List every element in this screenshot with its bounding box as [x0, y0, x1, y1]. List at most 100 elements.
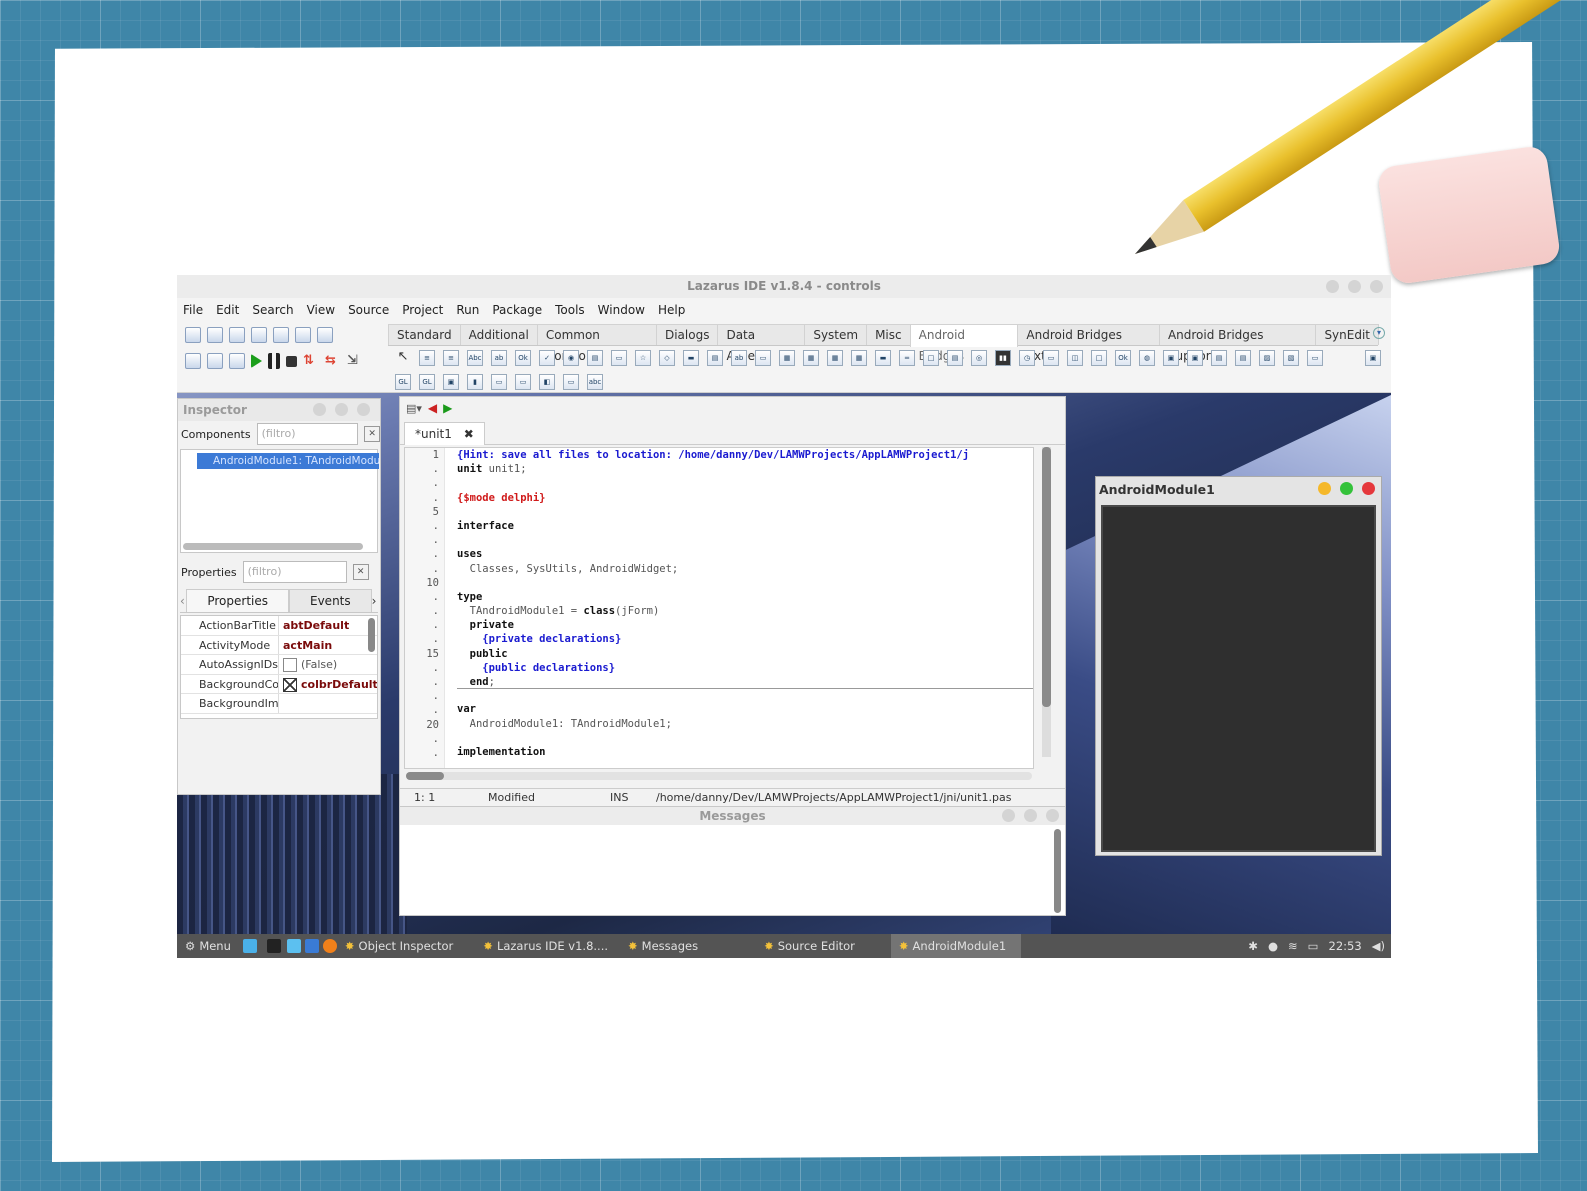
tab-data-access[interactable]: Data Access: [717, 324, 806, 363]
property-row[interactable]: ActivityMode actMain: [181, 635, 377, 655]
component-icon[interactable]: ◧: [539, 374, 555, 390]
button-component-icon[interactable]: Ok: [515, 350, 531, 366]
ratingbar-icon[interactable]: ☆: [635, 350, 651, 366]
textview-icon[interactable]: Abc: [467, 350, 483, 366]
menu-project[interactable]: Project: [402, 303, 443, 317]
show-desktop-icon[interactable]: [242, 939, 257, 953]
volume-icon[interactable]: ◀): [1372, 939, 1385, 953]
minimize-button[interactable]: [313, 403, 326, 416]
close-tab-icon[interactable]: ✖: [464, 427, 474, 441]
component-icon[interactable]: ▮: [467, 374, 483, 390]
edittext-icon[interactable]: ab: [491, 350, 507, 366]
close-button[interactable]: [357, 403, 370, 416]
component-icon[interactable]: ▭: [1307, 350, 1323, 366]
close-button[interactable]: [1362, 482, 1375, 495]
copy-icon[interactable]: [207, 353, 223, 369]
tab-additional[interactable]: Additional: [459, 324, 538, 345]
start-menu-button[interactable]: ⚙ Menu: [177, 934, 239, 958]
checkbox-component-icon[interactable]: ✓: [539, 350, 555, 366]
inspector-titlebar[interactable]: Inspector: [178, 399, 380, 421]
minimize-button[interactable]: [1002, 809, 1015, 822]
component-icon[interactable]: ≡: [419, 350, 435, 366]
component-icon[interactable]: ▤: [1235, 350, 1251, 366]
component-icon[interactable]: ▭: [611, 350, 627, 366]
bluetooth-icon[interactable]: ✱: [1248, 939, 1258, 953]
component-icon[interactable]: abc: [587, 374, 603, 390]
tab-unit1[interactable]: *unit1 ✖: [404, 422, 485, 445]
menu-view[interactable]: View: [307, 303, 335, 317]
component-icon[interactable]: ▦: [827, 350, 843, 366]
tab-events[interactable]: Events: [289, 589, 372, 612]
open-icon[interactable]: [229, 327, 245, 343]
component-icon[interactable]: ◍: [1139, 350, 1155, 366]
taskbar-item-androidmodule1[interactable]: ✸ AndroidModule1: [890, 934, 1021, 958]
component-icon[interactable]: ▮▮: [995, 350, 1011, 366]
menu-file[interactable]: File: [183, 303, 203, 317]
component-icon[interactable]: ▧: [1283, 350, 1299, 366]
android-module-titlebar[interactable]: AndroidModule1: [1096, 477, 1381, 502]
image-component-icon[interactable]: ▨: [1259, 350, 1275, 366]
stop-icon[interactable]: [286, 356, 297, 367]
tab-synedit[interactable]: SynEdit: [1315, 324, 1379, 345]
pause-icon[interactable]: [268, 353, 280, 369]
build-mode-icon[interactable]: [229, 353, 245, 369]
menu-tools[interactable]: Tools: [555, 303, 585, 317]
menu-edit[interactable]: Edit: [216, 303, 239, 317]
forward-arrow-icon[interactable]: ▶: [443, 401, 452, 415]
maximize-button[interactable]: [1348, 280, 1361, 293]
maximize-button[interactable]: [1340, 482, 1353, 495]
property-row[interactable]: ActionBarTitle abtDefault: [181, 616, 377, 636]
maximize-button[interactable]: [1024, 809, 1037, 822]
files-icon[interactable]: [286, 939, 301, 953]
tab-android-bridges[interactable]: Android Bridges: [909, 324, 1019, 363]
component-icon[interactable]: ▭: [563, 374, 579, 390]
minimize-button[interactable]: [1326, 280, 1339, 293]
clear-filter-icon[interactable]: ✕: [364, 426, 380, 442]
checkbox[interactable]: [283, 658, 297, 672]
battery-icon[interactable]: ▭: [1308, 939, 1319, 953]
clock-icon[interactable]: ◷: [1019, 350, 1035, 366]
radiobutton-icon[interactable]: ◉: [563, 350, 579, 366]
menu-help[interactable]: Help: [658, 303, 685, 317]
component-icon[interactable]: ▭: [1043, 350, 1059, 366]
clock[interactable]: 22:53: [1329, 939, 1362, 953]
component-icon[interactable]: ▦: [851, 350, 867, 366]
maximize-button[interactable]: [335, 403, 348, 416]
component-icon[interactable]: ▬: [683, 350, 699, 366]
close-button[interactable]: [1046, 809, 1059, 822]
menu-search[interactable]: Search: [252, 303, 293, 317]
menu-run[interactable]: Run: [456, 303, 479, 317]
firefox-icon[interactable]: [322, 939, 337, 953]
component-icon[interactable]: ▣: [1163, 350, 1179, 366]
property-grid-scrollbar[interactable]: [368, 618, 375, 652]
pointer-tool-icon[interactable]: ↖: [395, 350, 411, 366]
view-forms-icon[interactable]: [185, 353, 201, 369]
android-form-canvas[interactable]: [1101, 505, 1376, 852]
gl2-icon[interactable]: GL: [419, 374, 435, 390]
taskbar-item-lazarus-ide[interactable]: ✸ Lazarus IDE v1.8....: [475, 934, 616, 958]
back-arrow-icon[interactable]: ◀: [428, 401, 437, 415]
jump-list-icon[interactable]: ▤▾: [406, 402, 422, 415]
component-icon[interactable]: ▭: [491, 374, 507, 390]
new-form-icon[interactable]: [207, 327, 223, 343]
editor-horizontal-scrollbar[interactable]: [406, 772, 1032, 780]
property-row[interactable]: BackgroundImage: [181, 694, 377, 714]
taskbar-item-object-inspector[interactable]: ✸ Object Inspector: [337, 934, 461, 958]
messages-scrollbar[interactable]: [1054, 829, 1061, 913]
tab-common-controls[interactable]: Common Controls: [536, 324, 657, 363]
tab-standard[interactable]: Standard: [388, 324, 461, 345]
properties-filter-input[interactable]: (filtro): [242, 561, 347, 583]
component-icon[interactable]: □: [1091, 350, 1107, 366]
component-icon[interactable]: ◇: [659, 350, 675, 366]
component-icon[interactable]: □: [923, 350, 939, 366]
component-icon[interactable]: ▤: [947, 350, 963, 366]
component-icon[interactable]: ▣: [1187, 350, 1203, 366]
run-icon[interactable]: [251, 354, 262, 368]
ide-titlebar[interactable]: Lazarus IDE v1.8.4 - controls: [177, 275, 1391, 298]
component-icon[interactable]: ▣: [1365, 350, 1381, 366]
component-icon[interactable]: ▤: [587, 350, 603, 366]
code-area[interactable]: 1 . . . 5 . . . . 10 . . . . 15 . . . . …: [404, 447, 1034, 769]
new-unit-icon[interactable]: [185, 327, 201, 343]
components-filter-input[interactable]: (filtro): [256, 423, 359, 445]
taskbar-item-messages[interactable]: ✸ Messages: [620, 934, 706, 958]
